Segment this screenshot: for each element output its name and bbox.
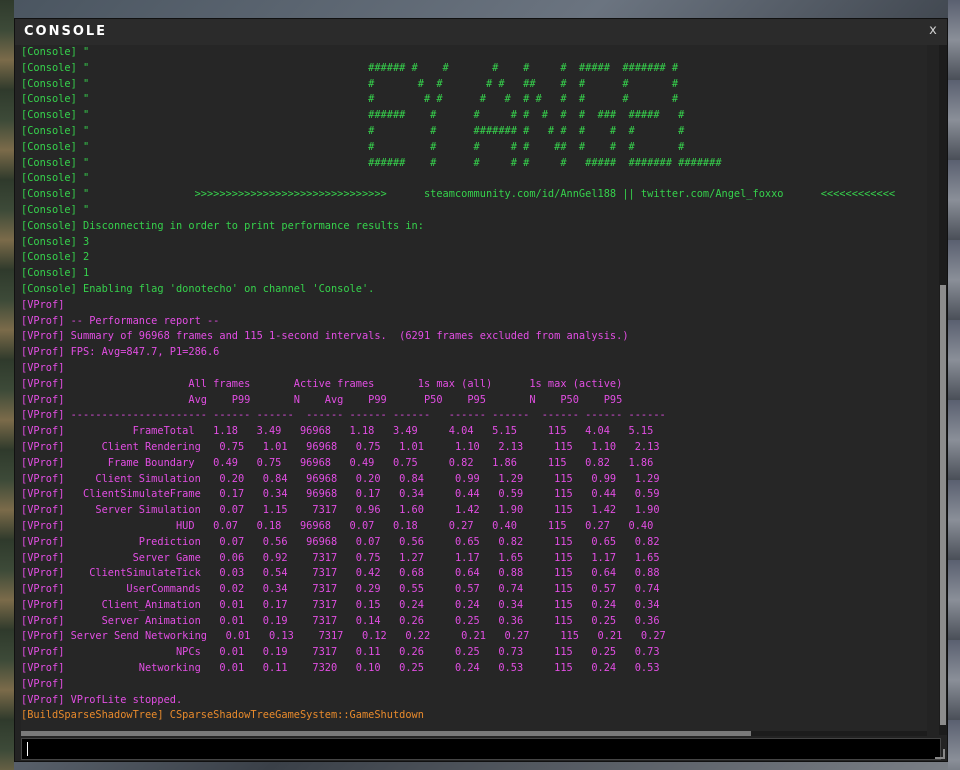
console-log-line: [Console] " # # # # # ## # # # # — [21, 140, 685, 153]
console-log-line: [VProf] NPCs 0.01 0.19 7317 0.11 0.26 0.… — [21, 646, 660, 659]
console-log-line: [VProf] Server Simulation 0.07 1.15 7317… — [21, 504, 660, 517]
console-log-line: [VProf] Client Rendering 0.75 1.01 96968… — [21, 440, 660, 453]
console-log-line: [VProf] Frame Boundary 0.49 0.75 96968 0… — [21, 456, 654, 469]
background-left-scene — [0, 0, 14, 770]
console-log-line: [Console] " ###### # # # # # ##### #####… — [21, 61, 679, 74]
console-log-line: [VProf] Server Game 0.06 0.92 7317 0.75 … — [21, 551, 660, 564]
console-log-line: [VProf] Server Send Networking 0.01 0.13… — [21, 630, 666, 643]
close-icon[interactable]: x — [925, 23, 941, 39]
console-titlebar[interactable]: CONSOLE x — [15, 19, 947, 45]
console-log-line: [Console] 1 — [21, 267, 90, 280]
console-log-line: [BuildSparseShadowTree] CSparseShadowTre… — [21, 709, 424, 722]
console-log-line: [VProf] Client_Animation 0.01 0.17 7317 … — [21, 598, 660, 611]
console-log: [Console] " [Console] " ###### # # # # # … — [21, 45, 927, 731]
console-log-line: [Console] " — [21, 203, 90, 216]
console-log-line: [VProf] UserCommands 0.02 0.34 7317 0.29… — [21, 583, 660, 596]
console-log-line: [VProf] HUD 0.07 0.18 96968 0.07 0.18 0.… — [21, 519, 654, 532]
console-title: CONSOLE — [24, 24, 108, 39]
console-log-line: [Console] 2 — [21, 251, 90, 264]
vertical-scrollbar[interactable] — [939, 45, 947, 735]
resize-handle-icon[interactable] — [935, 749, 945, 759]
console-log-line: [VProf] — [21, 361, 65, 374]
console-log-line: [Console] " >>>>>>>>>>>>>>>>>>>>>>>>>>>>… — [21, 188, 896, 201]
console-log-line: [Console] Disconnecting in order to prin… — [21, 219, 424, 232]
console-log-line: [VProf] FPS: Avg=847.7, P1=286.6 — [21, 346, 220, 359]
console-log-line: [Console] " ###### # # # # # ##### #####… — [21, 156, 722, 169]
console-log-line: [Console] 3 — [21, 235, 90, 248]
console-log-line: [VProf] Server Animation 0.01 0.19 7317 … — [21, 614, 660, 627]
console-log-line: [VProf] All frames Active frames 1s max … — [21, 377, 623, 390]
console-log-line: [VProf] — [21, 298, 65, 311]
console-command-input[interactable] — [22, 740, 940, 761]
console-log-line: [VProf] ClientSimulateFrame 0.17 0.34 96… — [21, 488, 660, 501]
console-log-line: [Console] " — [21, 46, 90, 58]
console-log-line: [Console] Enabling flag 'donotecho' on c… — [21, 282, 375, 295]
horizontal-scrollbar[interactable] — [21, 731, 927, 736]
console-log-line: [Console] " ###### # # # # # # # ### ###… — [21, 109, 685, 122]
console-log-line: [VProf] — [21, 677, 65, 690]
console-log-line: [VProf] ---------------------- ------ --… — [21, 409, 666, 422]
console-log-line: [VProf] Client Simulation 0.20 0.84 9696… — [21, 472, 660, 485]
console-log-line: [Console] " # # # # # # # # # # # — [21, 93, 679, 106]
console-log-line: [VProf] ClientSimulateTick 0.03 0.54 731… — [21, 567, 660, 580]
console-window: CONSOLE x [Console] " [Console] " ###### … — [14, 18, 948, 762]
console-command-input-container[interactable] — [21, 738, 941, 761]
console-log-line: [Console] " # # ####### # # # # # # # — [21, 124, 685, 137]
vertical-scroll-thumb[interactable] — [940, 285, 946, 725]
console-log-line: [VProf] Summary of 96968 frames and 115 … — [21, 330, 629, 343]
horizontal-scroll-thumb[interactable] — [21, 731, 751, 736]
console-log-line: [VProf] Prediction 0.07 0.56 96968 0.07 … — [21, 535, 660, 548]
console-log-line: [Console] " # # # # # ## # # # # — [21, 77, 679, 90]
console-log-line: [VProf] FrameTotal 1.18 3.49 96968 1.18 … — [21, 425, 654, 438]
console-log-line: [VProf] -- Performance report -- — [21, 314, 220, 327]
background-right-scene — [948, 0, 960, 770]
text-caret — [27, 742, 28, 756]
console-log-line: [VProf] Networking 0.01 0.11 7320 0.10 0… — [21, 662, 660, 675]
console-log-line: [Console] " — [21, 172, 90, 185]
console-log-line: [VProf] Avg P99 N Avg P99 P50 P95 N P50 … — [21, 393, 623, 406]
console-log-line: [VProf] VProfLite stopped. — [21, 693, 183, 706]
